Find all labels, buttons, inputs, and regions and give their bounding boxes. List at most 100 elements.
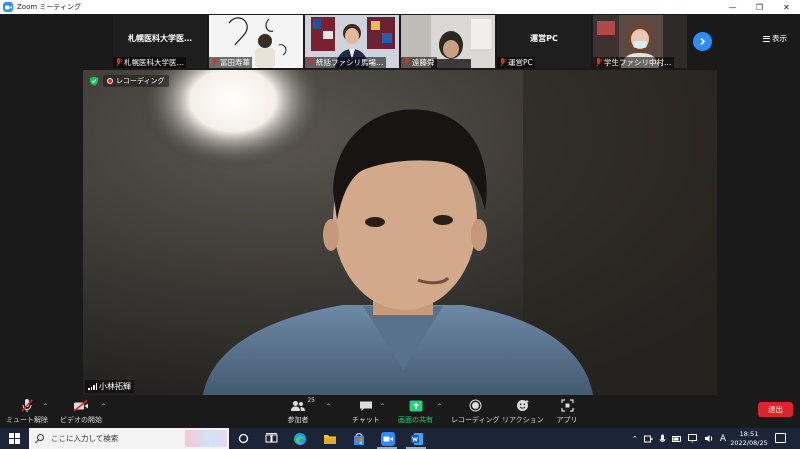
participant-label: 遠藤舜 xyxy=(401,57,437,68)
participants-count: 25 xyxy=(307,397,315,404)
participant-name: 札幌医科大学医… xyxy=(124,58,184,67)
edge-icon[interactable] xyxy=(292,431,307,446)
apps-label: アプリ xyxy=(556,416,578,424)
chat-label: チャット xyxy=(352,416,380,424)
participants-icon xyxy=(291,400,305,411)
participant-tile[interactable]: 札幌医科大学医… 札幌医科大学医… xyxy=(113,15,207,68)
view-button[interactable]: 表示 xyxy=(763,33,787,44)
chat-icon xyxy=(359,401,372,411)
zoom-window: Zoom ミーティング — ❐ ✕ 札幌医科大学医… 札幌医科大学医… 冨田寿華… xyxy=(0,0,800,449)
record-label: レコーディング xyxy=(451,416,500,424)
chevron-right-icon xyxy=(700,37,706,46)
muted-mic-icon xyxy=(595,58,602,67)
search-highlight-image xyxy=(185,430,227,447)
start-video-button[interactable]: ビデオの開始 xyxy=(60,398,102,425)
clock-time: 18:51 xyxy=(739,430,759,438)
participant-tile[interactable]: 冨田寿華 xyxy=(209,15,303,68)
muted-mic-icon xyxy=(499,58,506,67)
meeting-toolbar: ミュート解除 ⌃ ビデオの開始 ⌃ 25 参加者 ⌃ チャット ⌃ 画面の共有 … xyxy=(0,395,800,428)
title-bar: Zoom ミーティング — ❐ ✕ xyxy=(0,0,800,14)
start-video-label: ビデオの開始 xyxy=(60,416,102,424)
reactions-label: リアクション xyxy=(502,416,544,424)
recording-badge[interactable]: レコーディング xyxy=(103,75,169,87)
shield-icon xyxy=(90,76,98,86)
store-icon[interactable] xyxy=(351,431,366,446)
participant-label: 統括ファシリ馬場… xyxy=(305,57,386,68)
zoom-logo-icon xyxy=(3,2,13,12)
minimize-button[interactable]: — xyxy=(719,0,746,14)
participant-label: 札幌医科大学医… xyxy=(113,57,186,68)
participant-display-name: 運営PC xyxy=(530,34,558,43)
share-screen-button[interactable]: 画面の共有 xyxy=(398,398,433,425)
system-tray: ⌃ A xyxy=(632,428,726,449)
record-dot-icon xyxy=(107,78,113,84)
notification-center-icon[interactable] xyxy=(775,433,786,443)
start-button[interactable] xyxy=(9,433,20,444)
speaker-video-frame xyxy=(83,70,717,395)
restore-button[interactable]: ❐ xyxy=(746,0,773,14)
reactions-button[interactable]: リアクション xyxy=(502,398,544,425)
task-view-icon[interactable] xyxy=(264,431,279,446)
participant-tile[interactable]: 運営PC 運営PC xyxy=(497,15,591,68)
word-icon[interactable] xyxy=(409,431,424,446)
grid-view-icon xyxy=(763,35,770,42)
leave-button[interactable]: 退出 xyxy=(758,402,793,417)
microphone-icon[interactable] xyxy=(659,434,666,444)
gallery-strip: 札幌医科大学医… 札幌医科大学医… 冨田寿華 統括ファシリ馬場… 遠藤舜 運営P… xyxy=(0,14,800,70)
volume-icon[interactable] xyxy=(704,434,714,443)
audio-options-caret-icon[interactable]: ⌃ xyxy=(43,403,48,410)
battery-icon[interactable] xyxy=(671,435,682,443)
cortana-icon[interactable] xyxy=(236,431,251,446)
share-screen-icon xyxy=(409,400,422,411)
participant-name: 運営PC xyxy=(508,58,533,67)
participant-name: 統括ファシリ馬場… xyxy=(316,58,384,67)
show-hidden-icons-icon[interactable]: ⌃ xyxy=(632,435,638,443)
muted-mic-icon xyxy=(403,58,410,67)
emoji-icon xyxy=(516,400,529,411)
clock-date: 2022/08/25 xyxy=(730,438,768,447)
meet-now-icon[interactable] xyxy=(643,434,653,444)
participant-name: 学生ファシリ中村… xyxy=(604,58,672,67)
search-placeholder: ここに入力して検索 xyxy=(51,434,119,443)
participant-tile[interactable]: 遠藤舜 xyxy=(401,15,495,68)
participant-name: 遠藤舜 xyxy=(412,58,435,67)
participants-caret-icon[interactable]: ⌃ xyxy=(326,403,331,410)
chat-button[interactable]: チャット xyxy=(352,398,380,425)
signal-bars-icon xyxy=(88,383,97,390)
apps-button[interactable]: アプリ xyxy=(556,398,578,425)
participants-label: 参加者 xyxy=(287,416,309,424)
taskbar-search[interactable]: ここに入力して検索 xyxy=(29,428,229,449)
participants-button[interactable]: 25 参加者 xyxy=(287,397,316,425)
window-title: Zoom ミーティング xyxy=(17,3,81,11)
ime-indicator[interactable]: A xyxy=(720,434,726,444)
clock[interactable]: 18:51 2022/08/25 xyxy=(730,430,768,447)
chat-caret-icon[interactable]: ⌃ xyxy=(380,403,385,410)
participant-display-name: 札幌医科大学医… xyxy=(128,34,192,43)
gallery-next-button[interactable] xyxy=(693,32,712,51)
muted-mic-icon xyxy=(115,58,122,67)
network-icon[interactable] xyxy=(687,434,698,443)
record-icon xyxy=(469,399,482,412)
muted-mic-icon xyxy=(21,399,33,412)
video-options-caret-icon[interactable]: ⌃ xyxy=(101,403,106,410)
unmute-button[interactable]: ミュート解除 xyxy=(6,398,48,425)
participant-label: 冨田寿華 xyxy=(209,57,252,68)
participant-label: 運営PC xyxy=(497,57,535,68)
apps-icon xyxy=(560,399,574,412)
view-label: 表示 xyxy=(772,34,787,43)
participant-tile[interactable]: 学生ファシリ中村… xyxy=(593,15,687,68)
muted-mic-icon xyxy=(211,58,218,67)
file-explorer-icon[interactable] xyxy=(322,431,337,446)
active-speaker-video: レコーディング 小林拓輝 xyxy=(83,70,717,395)
share-caret-icon[interactable]: ⌃ xyxy=(437,403,442,410)
close-button[interactable]: ✕ xyxy=(773,0,800,14)
share-screen-label: 画面の共有 xyxy=(398,416,433,424)
search-icon xyxy=(35,434,44,443)
participant-tile[interactable]: 統括ファシリ馬場… xyxy=(305,15,399,68)
windows-taskbar: ここに入力して検索 ⌃ A 18:51 2022/08/25 xyxy=(0,428,800,449)
muted-mic-icon xyxy=(307,58,314,67)
participant-name: 冨田寿華 xyxy=(220,58,250,67)
unmute-label: ミュート解除 xyxy=(6,416,48,424)
zoom-icon[interactable] xyxy=(380,431,395,446)
record-button[interactable]: レコーディング xyxy=(451,398,500,425)
